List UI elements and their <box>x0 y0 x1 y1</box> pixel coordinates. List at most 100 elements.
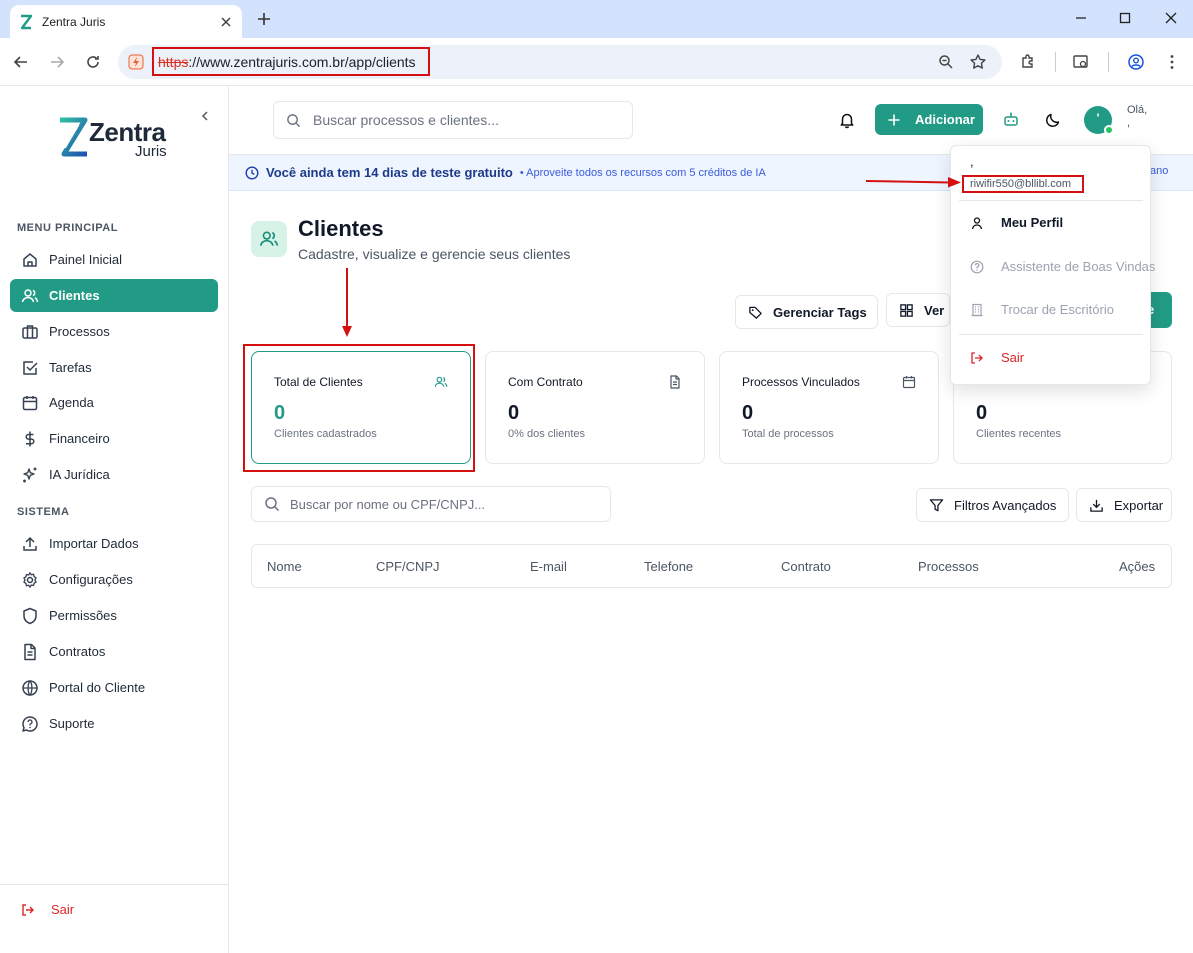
back-arrow-icon[interactable] <box>11 52 31 72</box>
sidebar-logout-label: Sair <box>51 902 75 917</box>
tab-search-icon[interactable] <box>1072 53 1090 71</box>
user-greeting[interactable]: Olá, , <box>1127 104 1147 130</box>
client-search-input[interactable]: Buscar por nome ou CPF/CNPJ... <box>251 486 611 522</box>
moon-icon[interactable] <box>1044 111 1062 129</box>
sidebar-item-label: IA Jurídica <box>49 467 110 482</box>
sidebar-item-agenda[interactable]: Agenda <box>10 386 218 419</box>
avatar[interactable]: ' <box>1084 106 1114 135</box>
browser-tab[interactable]: Zentra Juris <box>10 5 242 38</box>
sidebar-item-label: Suporte <box>49 716 95 731</box>
clients-page-users-icon <box>251 221 287 257</box>
sidebar-item-label: Portal do Cliente <box>49 680 146 695</box>
greeting-name: , <box>1127 117 1131 129</box>
column-header-cpf-cnpj[interactable]: CPF/CNPJ <box>376 559 440 574</box>
toolbar-separator <box>1055 52 1056 72</box>
sidebar-item-contratos[interactable]: Contratos <box>10 635 218 668</box>
sidebar <box>0 86 229 953</box>
column-header-processos[interactable]: Processos <box>918 559 979 574</box>
view-toggle-button[interactable]: Ver <box>886 293 950 327</box>
annotation-arrow-right <box>866 177 961 188</box>
logo-word-juris: Juris <box>135 143 167 160</box>
zentra-logo-mark-icon <box>57 116 89 160</box>
trial-plan-link[interactable]: ano <box>1150 165 1168 177</box>
sidebar-item-importar-dados[interactable]: Importar Dados <box>10 527 218 560</box>
sidebar-item-clientes[interactable]: Clientes <box>10 279 218 312</box>
sidebar-item-label: Financeiro <box>49 431 110 446</box>
manage-tags-button[interactable]: Gerenciar Tags <box>735 295 878 329</box>
column-header-nome[interactable]: Nome <box>267 559 302 574</box>
column-header-telefone[interactable]: Telefone <box>644 559 693 574</box>
annotation-highlight-box <box>243 344 475 472</box>
sidebar-item-suporte[interactable]: Suporte <box>10 707 218 740</box>
reload-icon[interactable] <box>83 52 103 72</box>
search-icon <box>286 113 301 128</box>
profile-icon[interactable] <box>1127 53 1145 71</box>
export-button[interactable]: Exportar <box>1076 488 1172 522</box>
site-info-icon[interactable] <box>128 54 144 70</box>
plus-icon <box>887 113 901 127</box>
extensions-icon[interactable] <box>1019 53 1037 71</box>
column-header-email[interactable]: E-mail <box>530 559 567 574</box>
client-search-placeholder: Buscar por nome ou CPF/CNPJ... <box>290 496 486 512</box>
close-window-icon[interactable] <box>1163 10 1179 26</box>
trial-detail: • Aproveite todos os recursos com 5 créd… <box>519 166 766 179</box>
menu-item-trocar-escritorio[interactable]: Trocar de Escritório <box>970 302 1114 317</box>
logout-icon <box>21 903 35 917</box>
menu-item-sair[interactable]: Sair <box>970 350 1024 365</box>
sidebar-item-permissoes[interactable]: Permissões <box>10 599 218 632</box>
zoom-icon[interactable] <box>937 53 955 71</box>
stat-value: 0 <box>508 402 520 424</box>
add-button-label: Adicionar <box>915 112 975 127</box>
stat-card-com-contrato: Com Contrato 0 0% dos clientes <box>485 351 705 464</box>
sidebar-logout-button[interactable]: Sair <box>21 902 74 917</box>
download-icon <box>1089 498 1104 513</box>
sidebar-item-label: Agenda <box>49 395 94 410</box>
advanced-filters-button[interactable]: Filtros Avançados <box>916 488 1069 522</box>
clients-table: Nome CPF/CNPJ E-mail Telefone Contrato P… <box>251 544 1172 588</box>
sidebar-item-label: Tarefas <box>49 360 92 375</box>
page-title: Clientes <box>298 216 384 241</box>
stat-value: 0 <box>976 402 988 424</box>
url-text[interactable]: https://www.zentrajuris.com.br/app/clien… <box>152 47 430 76</box>
trial-message: Você ainda tem 14 dias de teste gratuito <box>266 165 513 180</box>
calendar-icon <box>21 394 39 412</box>
collapse-sidebar-chevron-icon[interactable] <box>198 109 212 123</box>
robot-icon[interactable] <box>1002 111 1020 129</box>
minimize-icon[interactable] <box>1073 10 1089 26</box>
stat-subtext: Total de processos <box>742 428 834 440</box>
sidebar-item-ia-juridica[interactable]: IA Jurídica <box>10 458 218 491</box>
sidebar-item-label: Contratos <box>49 644 106 659</box>
new-tab-icon[interactable] <box>254 9 274 29</box>
column-header-contrato[interactable]: Contrato <box>781 559 831 574</box>
annotation-arrow-down <box>342 268 352 337</box>
view-toggle-label: Ver <box>924 302 945 318</box>
export-label: Exportar <box>1114 497 1164 513</box>
close-tab-icon[interactable] <box>218 14 234 30</box>
sidebar-item-configuracoes[interactable]: Configurações <box>10 563 218 596</box>
global-search-input[interactable]: Buscar processos e clientes... <box>273 101 633 139</box>
sidebar-item-tarefas[interactable]: Tarefas <box>10 351 218 384</box>
bell-icon[interactable] <box>838 111 856 129</box>
sidebar-item-painel-inicial[interactable]: Painel Inicial <box>10 243 218 276</box>
forward-arrow-icon[interactable] <box>47 52 67 72</box>
users-icon <box>21 287 39 305</box>
maximize-icon[interactable] <box>1117 10 1133 26</box>
bookmark-star-icon[interactable] <box>969 53 987 71</box>
grid-icon <box>899 303 914 318</box>
help-circle-icon <box>970 260 984 274</box>
menu-kebab-icon[interactable] <box>1163 53 1181 71</box>
menu-item-label: Meu Perfil <box>1001 215 1064 230</box>
zentra-juris-logo[interactable]: Zentra Juris <box>57 114 173 160</box>
greeting-text: Olá, <box>1127 104 1148 116</box>
menu-item-assistente-boas-vindas[interactable]: Assistente de Boas Vindas <box>970 259 1155 274</box>
dollar-icon <box>21 430 39 448</box>
help-icon <box>21 715 39 733</box>
menu-item-meu-perfil[interactable]: Meu Perfil <box>970 215 1063 230</box>
add-button[interactable]: Adicionar <box>875 104 983 135</box>
sidebar-item-financeiro[interactable]: Financeiro <box>10 422 218 455</box>
sidebar-item-label: Configurações <box>49 572 133 587</box>
document-icon <box>668 375 682 389</box>
sidebar-item-portal-do-cliente[interactable]: Portal do Cliente <box>10 671 218 704</box>
column-header-acoes[interactable]: Ações <box>1119 559 1155 574</box>
sidebar-item-processos[interactable]: Processos <box>10 315 218 348</box>
